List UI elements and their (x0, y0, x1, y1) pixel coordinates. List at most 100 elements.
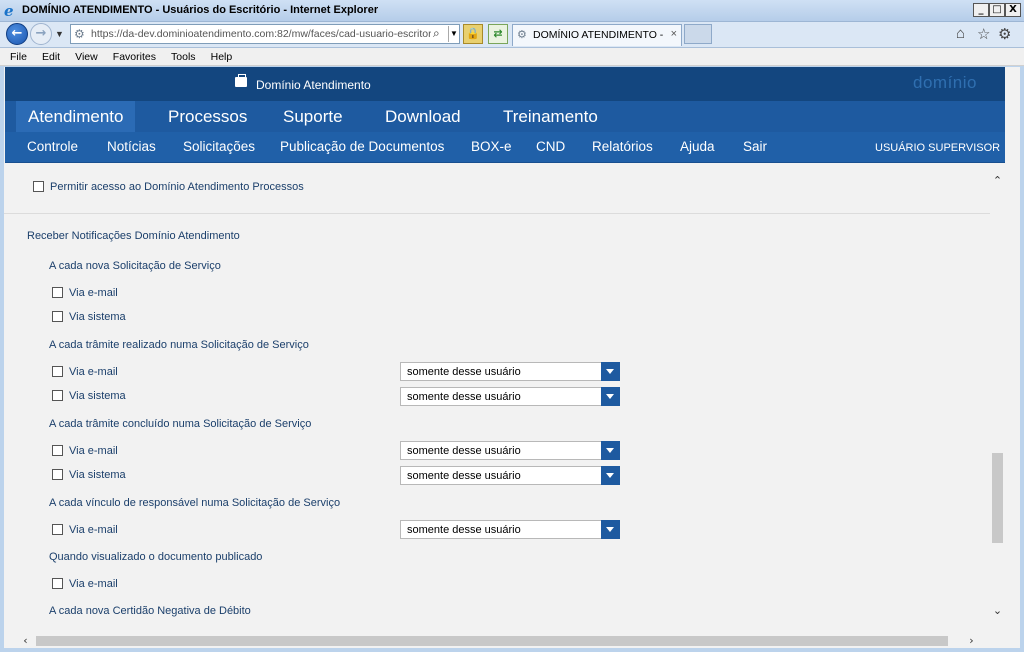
section-certidao-negativa-title: A cada nova Certidão Negativa de Débito (49, 605, 251, 617)
section-tramite-realizado-title: A cada trâmite realizado numa Solicitaçã… (49, 339, 309, 351)
window-frame (1020, 67, 1024, 652)
arrow-left-icon: ← (11, 26, 23, 41)
sub-nav-noticias[interactable]: Notícias (107, 139, 156, 154)
scroll-left-icon[interactable]: ‹ (18, 633, 33, 648)
dominio-logo: domínio (913, 73, 977, 92)
address-url[interactable]: https://da-dev.dominioatendimento.com:82… (91, 28, 431, 40)
close-window-button[interactable]: X (1005, 3, 1021, 17)
tools-gear-icon[interactable]: ⚙ (998, 25, 1011, 43)
menu-file[interactable]: File (10, 48, 27, 66)
lock-icon[interactable]: 🔒 (463, 24, 483, 44)
back-button[interactable]: ← (6, 23, 28, 45)
section-divider (4, 213, 990, 214)
main-nav-treinamento[interactable]: Treinamento (491, 101, 610, 132)
horizontal-scrollbar[interactable]: ‹ › (4, 633, 990, 648)
sub-nav-relatorios[interactable]: Relatórios (592, 139, 653, 154)
menu-help[interactable]: Help (211, 48, 233, 66)
menu-favorites[interactable]: Favorites (113, 48, 156, 66)
select-value: somente desse usuário (407, 470, 521, 482)
processos-access-checkbox[interactable] (33, 181, 44, 192)
chevron-down-icon[interactable] (601, 441, 620, 460)
favorites-star-icon[interactable]: ☆ (977, 25, 990, 43)
main-nav-download[interactable]: Download (373, 101, 473, 132)
nova-solicitacao-email-checkbox[interactable] (52, 287, 63, 298)
main-navigation: Atendimento Processos Suporte Download T… (5, 101, 1005, 132)
scroll-up-icon[interactable]: ⌃ (990, 173, 1005, 188)
vinculo-responsavel-email-checkbox[interactable] (52, 524, 63, 535)
tramite-realizado-email-select[interactable]: somente desse usuário (400, 362, 620, 381)
tab-close-icon[interactable]: × (671, 28, 677, 40)
vertical-scrollbar[interactable]: ⌃ ⌄ (990, 163, 1005, 628)
tramite-realizado-sistema-label: Via sistema (69, 390, 126, 402)
brand-title: Domínio Atendimento (256, 78, 371, 92)
tramite-realizado-sistema-checkbox[interactable] (52, 390, 63, 401)
chevron-down-icon[interactable] (601, 362, 620, 381)
tramite-concluido-email-checkbox[interactable] (52, 445, 63, 456)
page-viewport: Domínio Atendimento domínio Atendimento … (4, 67, 1020, 648)
tramite-concluido-sistema-label: Via sistema (69, 469, 126, 481)
documento-publicado-email-checkbox[interactable] (52, 578, 63, 589)
nova-solicitacao-email-label: Via e-mail (69, 287, 118, 299)
sub-nav-solicitacoes[interactable]: Solicitações (183, 139, 255, 154)
sub-nav-controle[interactable]: Controle (27, 139, 78, 154)
sub-navigation: Controle Notícias Solicitações Publicaçã… (5, 132, 1005, 163)
tab-page-icon: ⚙ (517, 29, 527, 41)
site-settings-icon: ⚙ (74, 27, 85, 41)
notifications-title: Receber Notificações Domínio Atendimento (27, 230, 240, 242)
menu-view[interactable]: View (75, 48, 98, 66)
tramite-realizado-sistema-select[interactable]: somente desse usuário (400, 387, 620, 406)
select-value: somente desse usuário (407, 524, 521, 536)
window-title: DOMÍNIO ATENDIMENTO - Usuários do Escrit… (22, 4, 379, 16)
horizontal-scroll-thumb[interactable] (36, 636, 948, 646)
site-brand-bar: Domínio Atendimento domínio (5, 67, 1005, 101)
scroll-right-icon[interactable]: › (964, 633, 979, 648)
user-settings-form: Permitir acesso ao Domínio Atendimento P… (4, 163, 990, 633)
section-documento-publicado-title: Quando visualizado o documento publicado (49, 551, 263, 563)
forward-button[interactable]: → (30, 23, 52, 45)
menu-bar: File Edit View Favorites Tools Help (0, 48, 1024, 66)
current-user-label: USUÁRIO SUPERVISOR (875, 142, 1001, 154)
refresh-button[interactable]: ⇄ (488, 24, 508, 44)
address-bar[interactable]: ⚙ https://da-dev.dominioatendimento.com:… (70, 24, 460, 44)
minimize-button[interactable]: _ (973, 3, 989, 17)
section-nova-solicitacao-title: A cada nova Solicitação de Serviço (49, 260, 221, 272)
browser-navigation-bar: ← → ▼ ⚙ https://da-dev.dominioatendiment… (0, 22, 1024, 48)
sub-nav-sair[interactable]: Sair (743, 139, 767, 154)
menu-edit[interactable]: Edit (42, 48, 60, 66)
chevron-down-icon[interactable] (601, 466, 620, 485)
tab-title: DOMÍNIO ATENDIMENTO - U... (533, 29, 663, 41)
nova-solicitacao-sistema-checkbox[interactable] (52, 311, 63, 322)
vertical-scroll-thumb[interactable] (992, 453, 1003, 543)
new-tab-button[interactable] (684, 24, 712, 44)
browser-tab[interactable]: ⚙ DOMÍNIO ATENDIMENTO - U... × (512, 24, 682, 46)
sub-nav-cnd[interactable]: CND (536, 139, 565, 154)
chevron-down-icon[interactable] (601, 520, 620, 539)
section-tramite-concluido-title: A cada trâmite concluído numa Solicitaçã… (49, 418, 312, 430)
vinculo-responsavel-email-label: Via e-mail (69, 524, 118, 536)
arrow-right-icon: → (35, 26, 47, 41)
main-nav-processos[interactable]: Processos (156, 101, 259, 132)
chevron-down-icon[interactable] (601, 387, 620, 406)
tramite-concluido-email-select[interactable]: somente desse usuário (400, 441, 620, 460)
main-nav-suporte[interactable]: Suporte (271, 101, 355, 132)
documento-publicado-email-label: Via e-mail (69, 578, 118, 590)
tramite-realizado-email-checkbox[interactable] (52, 366, 63, 377)
nova-solicitacao-sistema-label: Via sistema (69, 311, 126, 323)
address-dropdown-icon[interactable]: ▼ (448, 26, 459, 42)
main-nav-atendimento[interactable]: Atendimento (16, 101, 136, 132)
sub-nav-box-e[interactable]: BOX-e (471, 139, 512, 154)
maximize-button[interactable]: □ (989, 3, 1005, 17)
home-icon[interactable]: ⌂ (956, 25, 965, 42)
tramite-concluido-sistema-checkbox[interactable] (52, 469, 63, 480)
sub-nav-ajuda[interactable]: Ajuda (680, 139, 715, 154)
history-dropdown-icon[interactable]: ▼ (55, 29, 64, 39)
tramite-concluido-sistema-select[interactable]: somente desse usuário (400, 466, 620, 485)
tramite-concluido-email-label: Via e-mail (69, 445, 118, 457)
menu-tools[interactable]: Tools (171, 48, 196, 66)
select-value: somente desse usuário (407, 445, 521, 457)
section-vinculo-responsavel-title: A cada vínculo de responsável numa Solic… (49, 497, 341, 509)
search-icon[interactable]: ⌕ (433, 26, 440, 41)
sub-nav-publicacao-documentos[interactable]: Publicação de Documentos (280, 139, 444, 154)
scroll-down-icon[interactable]: ⌄ (990, 603, 1005, 618)
vinculo-responsavel-email-select[interactable]: somente desse usuário (400, 520, 620, 539)
